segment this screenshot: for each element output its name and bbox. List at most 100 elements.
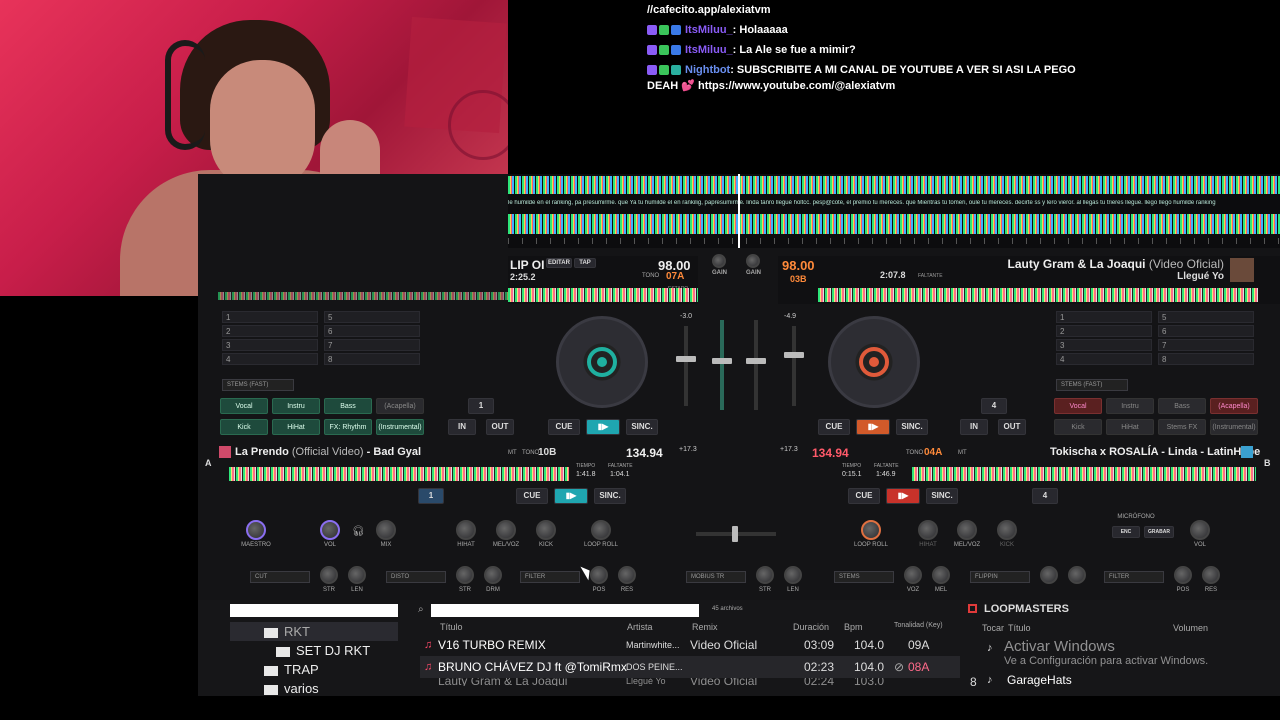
stem-button[interactable]: Vocal: [220, 398, 268, 414]
deck-left-waveform[interactable]: [508, 288, 698, 302]
stem-button[interactable]: Kick: [220, 419, 268, 435]
fx-select[interactable]: FILTER: [1104, 571, 1164, 583]
hotcue-pad[interactable]: 7: [1158, 339, 1254, 351]
column-header[interactable]: Tonalidad (Key): [894, 622, 943, 629]
stem-button[interactable]: HiHat: [272, 419, 320, 435]
fx-knob[interactable]: [784, 566, 802, 584]
fx-select[interactable]: MOBIUS TR: [686, 571, 746, 583]
chat-nick[interactable]: ItsMiluu_: [685, 24, 733, 36]
channel-fader-right[interactable]: [746, 320, 766, 410]
deck-b-waveform[interactable]: [912, 467, 1256, 481]
stem-button[interactable]: Bass: [324, 398, 372, 414]
folder-item[interactable]: RKT: [230, 622, 398, 641]
fx-knob[interactable]: [456, 566, 474, 584]
deck-b-sync-button[interactable]: SINC.: [926, 488, 958, 504]
stem-button[interactable]: Stems FX: [1158, 419, 1206, 435]
fx-knob[interactable]: [1040, 566, 1058, 584]
stem-button[interactable]: (Acapella): [376, 398, 424, 414]
deck-a-loop-length[interactable]: 1: [418, 488, 444, 504]
hotcue-pad[interactable]: 5: [324, 311, 420, 323]
fx-select[interactable]: FLIPPIN: [970, 571, 1030, 583]
column-header[interactable]: Artista: [627, 622, 653, 632]
play-button-left[interactable]: ▮▶: [586, 419, 620, 435]
cue-button-right[interactable]: CUE: [818, 419, 850, 435]
pitch-fader-left[interactable]: [676, 326, 696, 406]
hotcue-pad[interactable]: 8: [324, 353, 420, 365]
fx-knob[interactable]: [1174, 566, 1192, 584]
stem-button[interactable]: Vocal: [1054, 398, 1102, 414]
eq-knob-kick-left[interactable]: [536, 520, 556, 540]
eq-knob-kick-right[interactable]: [997, 520, 1017, 540]
chat-nick[interactable]: ItsMiluu_: [685, 44, 733, 56]
fx-knob[interactable]: [320, 566, 338, 584]
stems-mode-select-left[interactable]: STEMS (FAST): [222, 379, 294, 391]
mic-enc-button[interactable]: ENC: [1112, 526, 1140, 538]
deck-left-waveform-ext[interactable]: [218, 292, 508, 300]
column-header[interactable]: Duración: [793, 622, 829, 632]
deck-right-waveform[interactable]: [818, 288, 1258, 302]
jog-wheel-right[interactable]: [828, 316, 920, 408]
master-knob[interactable]: [246, 520, 266, 540]
cue-button-left[interactable]: CUE: [548, 419, 580, 435]
vol-knob-left[interactable]: [320, 520, 340, 540]
loop-roll-knob-right[interactable]: [861, 520, 881, 540]
fx-knob[interactable]: [756, 566, 774, 584]
mic-vol-knob[interactable]: [1190, 520, 1210, 540]
headphones-icon[interactable]: 🎧︎: [352, 526, 365, 537]
stems-mode-select-right[interactable]: STEMS (FAST): [1056, 379, 1128, 391]
hotcue-pad[interactable]: 3: [222, 339, 318, 351]
pitch-fader-right[interactable]: [784, 326, 804, 406]
gain-knob-left[interactable]: [712, 254, 726, 268]
eq-knob-melvoz-left[interactable]: [496, 520, 516, 540]
fx-select[interactable]: DISTO: [386, 571, 446, 583]
hotcue-pad[interactable]: 5: [1158, 311, 1254, 323]
stem-button[interactable]: (Instrumental): [376, 419, 424, 435]
tap-button[interactable]: TAP: [574, 258, 596, 268]
table-row[interactable]: ♫ V16 TURBO REMIX Martinwhite... Video O…: [420, 634, 960, 656]
fx-select[interactable]: STEMS: [834, 571, 894, 583]
fx-knob[interactable]: [1068, 566, 1086, 584]
edit-button[interactable]: EDITAR: [546, 258, 572, 268]
playhead[interactable]: [738, 174, 740, 248]
stem-button[interactable]: FX: Rhythm: [324, 419, 372, 435]
fx-select[interactable]: CUT: [250, 571, 310, 583]
jog-wheel-left[interactable]: [556, 316, 648, 408]
gain-knob-right[interactable]: [746, 254, 760, 268]
hotcue-pad[interactable]: 7: [324, 339, 420, 351]
stem-button[interactable]: (Instrumental): [1210, 419, 1258, 435]
sample-title[interactable]: GarageHats: [1007, 673, 1072, 687]
table-row[interactable]: Lauty Gram & La Joaqui Llegué Yo Video O…: [420, 678, 960, 686]
loop-in-button-right[interactable]: IN: [960, 419, 988, 435]
deck-a-cue-button[interactable]: CUE: [516, 488, 548, 504]
folder-item[interactable]: SET DJ RKT: [230, 641, 398, 660]
hotcue-pad[interactable]: 2: [1056, 325, 1152, 337]
hotcue-pad[interactable]: 1: [222, 311, 318, 323]
play-sample-icon[interactable]: ♪: [987, 642, 993, 654]
hotcue-pad[interactable]: 6: [1158, 325, 1254, 337]
deck-a-play-button[interactable]: ▮▶: [554, 488, 588, 504]
fx-knob[interactable]: [618, 566, 636, 584]
crossfader[interactable]: [696, 526, 776, 542]
sync-button-right[interactable]: SINC.: [896, 419, 928, 435]
fx-knob[interactable]: [932, 566, 950, 584]
search-input[interactable]: [431, 604, 699, 617]
loop-out-button-right[interactable]: OUT: [998, 419, 1026, 435]
mic-record-button[interactable]: GRABAR: [1144, 526, 1174, 538]
folder-search-input[interactable]: [230, 604, 398, 617]
loop-in-button-left[interactable]: IN: [448, 419, 476, 435]
folder-item[interactable]: TRAP: [230, 660, 398, 679]
stem-button[interactable]: Kick: [1054, 419, 1102, 435]
stem-button[interactable]: Instru: [1106, 398, 1154, 414]
deck-a-waveform[interactable]: [229, 467, 569, 481]
fx-knob[interactable]: [1202, 566, 1220, 584]
loop-roll-knob-left[interactable]: [591, 520, 611, 540]
hotcue-pad[interactable]: 3: [1056, 339, 1152, 351]
chat-nick[interactable]: Nightbot: [685, 64, 730, 76]
fx-select[interactable]: FILTER: [520, 571, 580, 583]
play-sample-icon[interactable]: ♪: [987, 674, 993, 686]
hotcue-pad[interactable]: 1: [1056, 311, 1152, 323]
channel-fader-left[interactable]: [712, 320, 732, 410]
deck-a-sync-button[interactable]: SINC.: [594, 488, 626, 504]
stem-button[interactable]: Bass: [1158, 398, 1206, 414]
play-button-right[interactable]: ▮▶: [856, 419, 890, 435]
